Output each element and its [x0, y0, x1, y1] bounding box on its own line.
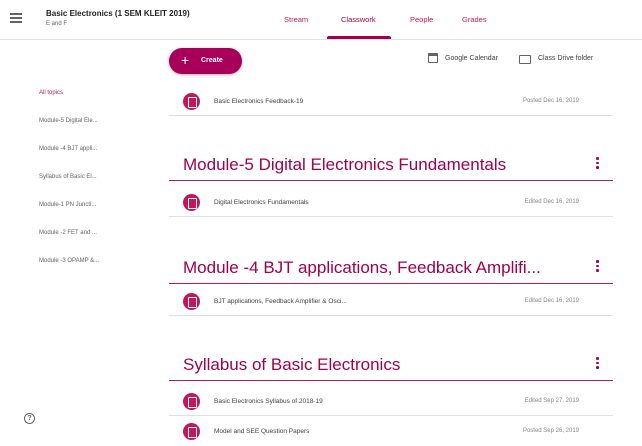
topic-title: Module-5 Digital Electronics Fundamental…: [183, 155, 507, 174]
class-subtitle: E and F: [46, 21, 68, 27]
material-icon: [183, 393, 200, 410]
item-date: Edited Dec 16, 2019: [524, 199, 579, 205]
topic-title: Module -4 BJT applications, Feedback Amp…: [183, 258, 541, 277]
material-icon: [183, 423, 200, 440]
tab-stream[interactable]: Stream: [284, 15, 308, 24]
help-icon[interactable]: ?: [24, 413, 35, 424]
sidebar-item-syllabus[interactable]: Syllabus of Basic El...: [39, 174, 97, 180]
material-icon: [183, 194, 200, 211]
more-vert-icon[interactable]: [596, 260, 599, 274]
create-button[interactable]: + Create: [169, 48, 242, 74]
classwork-item[interactable]: BJT applications, Feedback Amplifier & O…: [169, 288, 613, 316]
hamburger-menu-icon[interactable]: [10, 13, 22, 23]
topic-title: Syllabus of Basic Electronics: [183, 355, 401, 374]
item-title: BJT applications, Feedback Amplifier & O…: [214, 298, 347, 305]
item-title: Basic Electronics Syllabus of 2018-19: [214, 398, 323, 405]
sidebar-item-module-5[interactable]: Module-5 Digital Ele...: [39, 118, 98, 124]
class-drive-folder-link[interactable]: Class Drive folder: [538, 55, 593, 62]
plus-icon: +: [181, 52, 190, 68]
sidebar-item-module-1[interactable]: Module-1 PN Juncti...: [39, 202, 96, 208]
item-date: Edited Dec 16, 2019: [524, 298, 579, 304]
item-date: Edited Sep 27, 2019: [524, 398, 579, 404]
sidebar-item-all-topics[interactable]: All topics: [39, 90, 63, 96]
create-label: Create: [201, 57, 223, 64]
active-tab-indicator: [327, 36, 391, 39]
item-date: Posted Sep 26, 2019: [522, 428, 579, 434]
item-title: Digital Electronics Fundamentals: [214, 199, 309, 206]
more-vert-icon[interactable]: [596, 357, 599, 371]
classwork-item[interactable]: Basic Electronics Syllabus of 2018-19 Ed…: [169, 388, 613, 416]
classwork-item[interactable]: Model and SEE Question Papers Posted Sep…: [169, 418, 613, 446]
folder-icon[interactable]: [519, 55, 531, 64]
classwork-item[interactable]: Basic Electronics Feedback-19 Posted Dec…: [169, 88, 613, 116]
topic-header: Module-5 Digital Electronics Fundamental…: [169, 151, 613, 181]
calendar-icon[interactable]: [428, 53, 438, 63]
item-date: Posted Dec 16, 2019: [522, 98, 579, 104]
topic-header: Syllabus of Basic Electronics: [169, 351, 613, 381]
sidebar-item-module-4[interactable]: Module -4 BJT appli...: [39, 146, 97, 152]
sidebar-item-module-2[interactable]: Module -2 FET and ...: [39, 230, 97, 236]
google-calendar-link[interactable]: Google Calendar: [445, 55, 498, 62]
tab-classwork[interactable]: Classwork: [341, 15, 376, 24]
item-title: Model and SEE Question Papers: [214, 428, 310, 435]
material-icon: [183, 293, 200, 310]
top-app-bar: Basic Electronics (1 SEM KLEIT 2019) E a…: [0, 0, 642, 40]
tab-people[interactable]: People: [410, 15, 433, 24]
tab-grades[interactable]: Grades: [462, 15, 487, 24]
class-title[interactable]: Basic Electronics (1 SEM KLEIT 2019): [46, 9, 190, 18]
classwork-item[interactable]: Digital Electronics Fundamentals Edited …: [169, 189, 613, 217]
topic-header: Module -4 BJT applications, Feedback Amp…: [169, 254, 613, 284]
sidebar-item-module-3[interactable]: Module -3 OPAMP &...: [39, 258, 99, 264]
item-title: Basic Electronics Feedback-19: [214, 98, 304, 105]
assignment-icon: [183, 93, 200, 110]
more-vert-icon[interactable]: [596, 157, 599, 171]
